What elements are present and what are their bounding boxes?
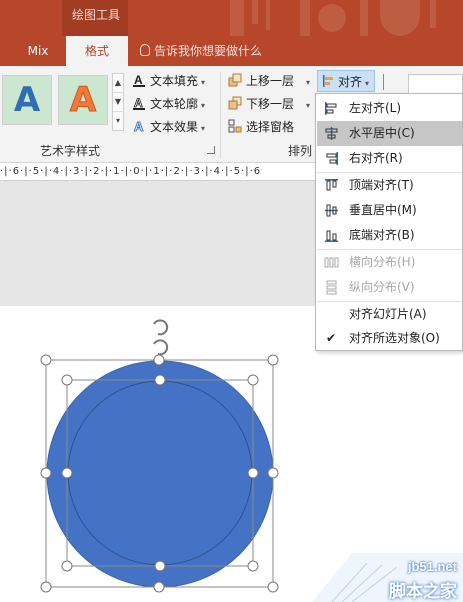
dialog-launcher-icon[interactable]: [207, 146, 215, 154]
large-circle-shape[interactable]: [46, 360, 274, 588]
align-icon: [323, 75, 333, 87]
menu-item-label: 顶端对齐(T): [349, 178, 414, 192]
chevron-down-icon: ▾: [306, 101, 311, 110]
distribute-horizontal-icon: [324, 257, 339, 268]
align-top-icon: [325, 179, 338, 191]
align-middle-icon: [325, 204, 338, 217]
svg-text:A: A: [134, 119, 144, 133]
menu-item-align-left[interactable]: 左对齐(L): [317, 96, 462, 121]
group-divider: [220, 72, 221, 158]
align-left-icon: [325, 102, 337, 115]
arrange-group-label: 排列: [288, 144, 313, 158]
text-effects-button[interactable]: A 文本效果 ▾: [132, 116, 206, 138]
chevron-down-icon: ▾: [201, 101, 206, 110]
align-label: 对齐: [338, 75, 363, 89]
svg-text:A: A: [134, 73, 143, 87]
menu-item-label: 对齐所选对象(O): [349, 331, 440, 345]
menu-item-align-selected-objects[interactable]: ✔ 对齐所选对象(O): [317, 326, 462, 351]
menu-item-label: 右对齐(R): [349, 151, 403, 165]
chevron-down-icon: ▾: [306, 78, 311, 87]
text-effects-label: 文本效果: [150, 120, 199, 134]
watermark-name: 脚本之家: [389, 582, 457, 602]
send-backward-label: 下移一层: [246, 97, 295, 111]
chevron-down-icon: ▾: [201, 124, 206, 133]
send-backward-icon: [228, 96, 242, 110]
text-fill-icon: A: [133, 73, 145, 87]
watermark-url: jb51.net: [407, 559, 457, 574]
align-button[interactable]: 对齐 ▾: [317, 70, 375, 92]
ruler-ticks: ·|·6·|·5·|·4·|·3·|·2·|·1·|·0·|·1·|·2·|·3…: [0, 166, 262, 177]
text-outline-button[interactable]: A 文本轮廓 ▾: [132, 93, 205, 115]
menu-item-label: 左对齐(L): [349, 101, 402, 115]
wordart-style-blue[interactable]: A: [2, 75, 52, 125]
bring-forward-icon: [228, 73, 242, 87]
menu-item-align-bottom[interactable]: 底端对齐(B): [317, 223, 462, 248]
rotate-handle-icon[interactable]: [153, 319, 169, 360]
gallery-more-icon[interactable]: ▾: [113, 112, 123, 131]
rotate-button[interactable]: [383, 74, 397, 90]
align-bottom-icon: [325, 230, 338, 242]
align-right-icon: [326, 152, 338, 165]
menu-item-label: 纵向分布(V): [349, 280, 415, 294]
selection-pane-icon: [228, 119, 242, 133]
checkmark-icon: ✔: [326, 331, 337, 345]
menu-item-align-right[interactable]: 右对齐(R): [317, 146, 462, 171]
wordart-style-orange[interactable]: A: [58, 75, 108, 125]
chevron-down-icon: ▾: [201, 78, 206, 87]
selection-pane-button[interactable]: 选择窗格: [228, 116, 294, 138]
text-fill-label: 文本填充: [150, 74, 199, 88]
lightbulb-icon: [140, 44, 150, 56]
gallery-up-icon[interactable]: ▲: [113, 74, 123, 93]
wordart-group-label: 艺术字样式: [40, 144, 101, 158]
menu-item-align-top[interactable]: 顶端对齐(T): [317, 173, 462, 198]
text-outline-icon: A: [133, 96, 145, 110]
chevron-down-icon: ▾: [365, 79, 370, 88]
tab-mix[interactable]: Mix: [18, 36, 58, 66]
text-outline-label: 文本轮廓: [150, 97, 199, 111]
align-center-icon: [325, 127, 338, 140]
distribute-vertical-icon: [326, 280, 337, 295]
bring-forward-label: 上移一层: [246, 74, 295, 88]
align-dropdown-menu: 左对齐(L) 水平居中(C) 右对齐(R) 顶端对齐(T) 垂直居中(M) 底端…: [315, 93, 463, 351]
tell-me-search[interactable]: 告诉我你想要做什么: [140, 36, 290, 66]
menu-item-label: 水平居中(C): [349, 126, 415, 140]
title-bar: 绘图工具: [0, 0, 463, 36]
tab-format[interactable]: 格式: [66, 36, 128, 66]
menu-item-distribute-horizontal: 横向分布(H): [317, 250, 462, 275]
menu-item-label: 底端对齐(B): [349, 228, 415, 242]
ribbon-tab-bar: Mix 格式 告诉我你想要做什么: [0, 36, 463, 66]
text-effects-icon: A: [134, 119, 145, 133]
menu-item-label: 对齐幻灯片(A): [349, 307, 427, 321]
text-fill-button[interactable]: A 文本填充 ▾: [132, 70, 205, 92]
svg-text:A: A: [134, 96, 143, 110]
drawing-tools-label: 绘图工具: [72, 8, 121, 22]
shape-height-input[interactable]: [408, 74, 463, 94]
menu-item-align-to-slide[interactable]: 对齐幻灯片(A): [317, 302, 462, 327]
send-backward-button[interactable]: 下移一层 ▾: [228, 93, 310, 115]
menu-item-label: 垂直居中(M): [349, 203, 417, 217]
tell-me-text: 告诉我你想要做什么: [154, 44, 263, 58]
selection-pane-label: 选择窗格: [246, 120, 295, 134]
menu-item-distribute-vertical: 纵向分布(V): [317, 275, 462, 300]
menu-item-label: 横向分布(H): [349, 255, 416, 269]
gallery-down-icon[interactable]: ▼: [113, 93, 123, 112]
menu-item-align-center[interactable]: 水平居中(C): [317, 121, 462, 146]
bring-forward-button[interactable]: 上移一层 ▾: [228, 70, 310, 92]
wordart-gallery-scroll[interactable]: ▲ ▼ ▾: [112, 73, 124, 131]
watermark: jb51.net 脚本之家: [312, 553, 463, 602]
menu-item-align-middle[interactable]: 垂直居中(M): [317, 198, 462, 223]
